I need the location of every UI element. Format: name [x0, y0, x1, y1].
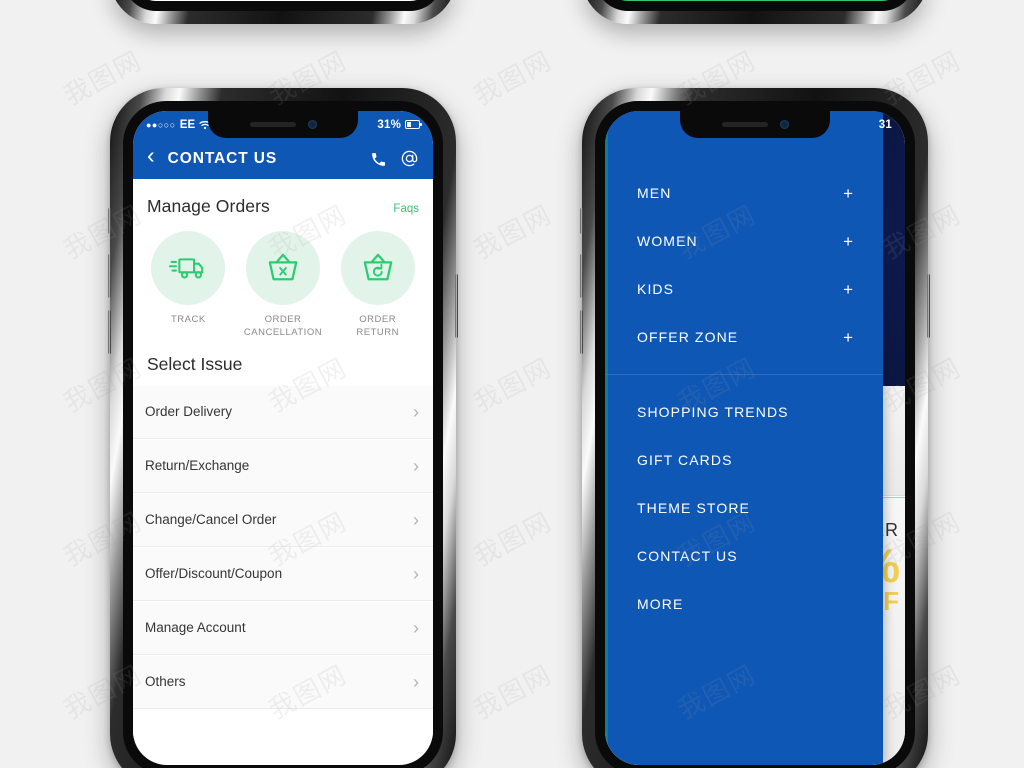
- manage-orders-title: Manage Orders: [147, 196, 270, 216]
- list-item-label: Others: [145, 674, 186, 690]
- list-item[interactable]: Return/Exchange ›: [133, 438, 433, 493]
- select-issue-title: Select Issue: [147, 353, 243, 374]
- at-sign-icon[interactable]: [400, 149, 419, 168]
- list-item-label: Change/Cancel Order: [145, 512, 277, 528]
- back-button[interactable]: ‹: [147, 144, 155, 168]
- volume-down-button[interactable]: [580, 310, 583, 354]
- drawer-item-men[interactable]: MEN +: [605, 169, 883, 217]
- battery-percent-label: 31: [878, 118, 892, 131]
- drawer-item-label: OFFER ZONE: [637, 329, 739, 345]
- volume-down-button[interactable]: [108, 310, 111, 354]
- phone-bezel-inner: [123, 0, 443, 11]
- drawer-item-label: SHOPPING TRENDS: [637, 404, 789, 420]
- drawer-item-shopping-trends[interactable]: SHOPPING TRENDS: [605, 388, 883, 436]
- drawer-item-label: MEN: [637, 185, 672, 201]
- list-item[interactable]: Order Delivery ›: [133, 384, 433, 439]
- basket-return-icon: [363, 253, 392, 281]
- phone-bezel-inner: 2 OFFER Z OFFER: [595, 101, 915, 768]
- list-item-label: Return/Exchange: [145, 458, 250, 474]
- front-camera: [307, 120, 317, 129]
- issue-list: Order Delivery › Return/Exchange › Chang…: [133, 384, 433, 709]
- earpiece-speaker: [721, 122, 768, 127]
- list-item[interactable]: Others ›: [133, 654, 433, 709]
- drawer-item-theme-store[interactable]: THEME STORE: [605, 484, 883, 532]
- drawer-item-offer-zone[interactable]: OFFER ZONE +: [605, 313, 883, 361]
- volume-up-button[interactable]: [108, 254, 111, 298]
- phone-mockup-top-left: [110, 0, 456, 24]
- phone-handset-icon[interactable]: [370, 151, 387, 168]
- mockup-stage: ●●○○○ EE 31% ‹ CONTACT US Manage Orders …: [0, 0, 1024, 768]
- drawer-item-label: MORE: [637, 596, 684, 612]
- list-item-label: Offer/Discount/Coupon: [145, 566, 283, 582]
- drawer-item-gift-cards[interactable]: GIFT CARDS: [605, 436, 883, 484]
- signal-strength-dots: ●●○○○: [146, 119, 176, 130]
- quick-actions-row: TRACK ORDER CANCELLATION ORDER RETURN: [133, 217, 433, 340]
- navigation-drawer: MEN + WOMEN + KIDS + OFFER ZONE + SHOPPI…: [605, 111, 883, 765]
- device-notch: [680, 111, 830, 138]
- action-label: ORDER RETURN: [356, 314, 399, 338]
- chevron-right-icon: ›: [413, 671, 419, 692]
- front-camera: [779, 120, 789, 129]
- phone-screen-top-right: [605, 0, 905, 1]
- drawer-item-kids[interactable]: KIDS +: [605, 265, 883, 313]
- drawer-item-label: THEME STORE: [637, 500, 750, 516]
- list-item[interactable]: Offer/Discount/Coupon ›: [133, 546, 433, 601]
- mute-switch[interactable]: [108, 208, 111, 234]
- earpiece-speaker: [249, 122, 296, 127]
- screen-content: Manage Orders Faqs TRACK ORDER CANCELLAT…: [133, 179, 433, 738]
- expand-plus-icon[interactable]: +: [843, 185, 853, 202]
- screen-drawer-menu: 2 OFFER Z OFFER: [605, 111, 905, 765]
- phone-mockup-drawer-menu: 2 OFFER Z OFFER: [580, 88, 930, 768]
- action-order-return[interactable]: ORDER RETURN: [330, 231, 425, 340]
- manage-orders-header: Manage Orders Faqs: [133, 179, 433, 217]
- expand-plus-icon[interactable]: +: [843, 329, 853, 346]
- device-notch: [208, 111, 358, 138]
- basket-cancel-icon: [268, 253, 298, 281]
- chevron-right-icon: ›: [413, 617, 419, 638]
- chevron-right-icon: ›: [413, 455, 419, 476]
- list-item-label: Order Delivery: [145, 404, 233, 420]
- drawer-item-women[interactable]: WOMEN +: [605, 217, 883, 265]
- action-label: ORDER CANCELLATION: [243, 314, 323, 338]
- drawer-item-label: CONTACT US: [637, 548, 738, 564]
- chevron-right-icon: ›: [413, 401, 419, 422]
- list-item[interactable]: Manage Account ›: [133, 600, 433, 655]
- phone-bezel-inner: [595, 0, 915, 11]
- phone-mockup-contact-us: ●●○○○ EE 31% ‹ CONTACT US Manage Orders …: [108, 88, 458, 768]
- carrier-label: EE: [179, 118, 196, 131]
- drawer-item-more[interactable]: MORE: [605, 580, 883, 628]
- list-item[interactable]: Change/Cancel Order ›: [133, 492, 433, 547]
- power-button[interactable]: [927, 274, 930, 338]
- power-button[interactable]: [455, 274, 458, 338]
- drawer-item-label: WOMEN: [637, 233, 698, 249]
- phone-mockup-top-right: [582, 0, 928, 24]
- drawer-item-contact-us[interactable]: CONTACT US: [605, 532, 883, 580]
- chevron-right-icon: ›: [413, 509, 419, 530]
- expand-plus-icon[interactable]: +: [843, 233, 853, 250]
- drawer-edge-accent: [605, 111, 608, 765]
- volume-up-button[interactable]: [580, 254, 583, 298]
- action-icon-circle: [151, 231, 226, 305]
- list-item-label: Manage Account: [145, 620, 246, 636]
- action-order-cancellation[interactable]: ORDER CANCELLATION: [236, 231, 331, 340]
- drawer-item-label: GIFT CARDS: [637, 452, 733, 468]
- drawer-divider: [605, 374, 883, 375]
- action-icon-circle: [340, 231, 415, 305]
- screen-contact-us: ●●○○○ EE 31% ‹ CONTACT US Manage Orders …: [133, 111, 433, 765]
- phone-bezel-inner: ●●○○○ EE 31% ‹ CONTACT US Manage Orders …: [123, 101, 443, 768]
- mute-switch[interactable]: [580, 208, 583, 234]
- expand-plus-icon[interactable]: +: [843, 281, 853, 298]
- drawer-item-label: KIDS: [637, 281, 675, 297]
- battery-percent-label: 31%: [377, 118, 401, 131]
- faqs-link[interactable]: Faqs: [393, 203, 419, 215]
- action-track[interactable]: TRACK: [141, 231, 236, 340]
- action-label: TRACK: [170, 314, 206, 325]
- battery-icon: [405, 120, 423, 129]
- page-title: CONTACT US: [167, 150, 278, 167]
- phone-screen-top-left: [133, 0, 433, 1]
- action-icon-circle: [246, 231, 320, 305]
- delivery-truck-icon: [169, 258, 204, 279]
- chevron-right-icon: ›: [413, 563, 419, 584]
